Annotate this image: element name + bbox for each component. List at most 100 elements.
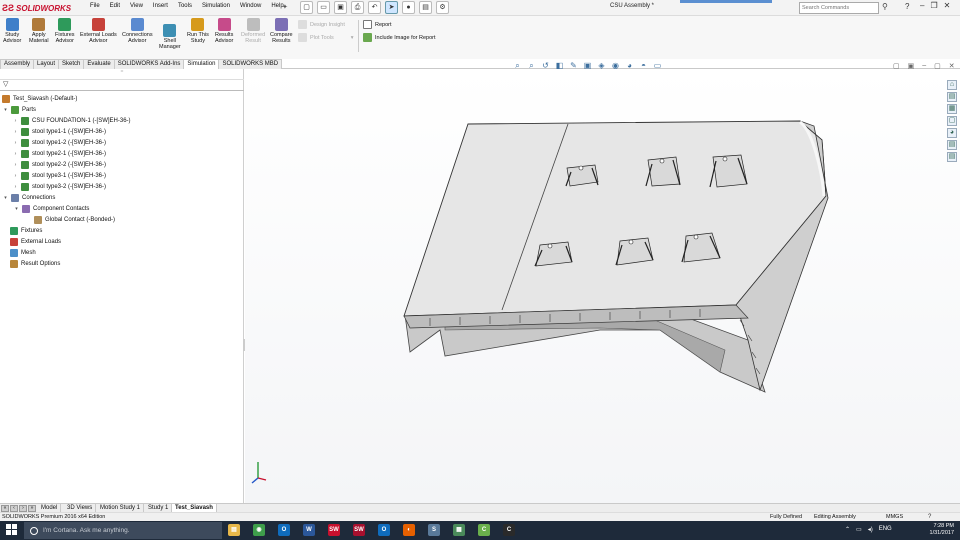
system-clock[interactable]: 7:28 PM 1/31/2017 — [920, 523, 954, 537]
tree-part-item[interactable]: › stool type1-1 (-[SW]EH-36-) — [13, 127, 106, 137]
search-input[interactable] — [802, 5, 872, 11]
status-help-icon[interactable]: ? — [928, 513, 931, 521]
external-loads-advisor-button[interactable]: External Loads Advisor — [80, 18, 117, 44]
undo-icon[interactable]: ↶ — [368, 1, 381, 14]
menu-insert[interactable]: Insert — [153, 3, 168, 9]
cortana-search-box[interactable]: I'm Cortana. Ask me anything. — [24, 522, 222, 539]
unit-system-button[interactable]: MMGS — [886, 513, 903, 521]
tree-filter-bar[interactable]: ▽ — [0, 80, 244, 91]
first-tab-icon[interactable]: « — [1, 505, 9, 512]
forum-icon[interactable]: ▤ — [947, 152, 957, 162]
tree-component-contacts[interactable]: ▾ Component Contacts — [14, 204, 89, 214]
search-icon[interactable]: ⚲ — [882, 2, 888, 11]
windows-start-icon[interactable] — [6, 524, 18, 536]
last-tab-icon[interactable]: » — [28, 505, 36, 512]
tab-evaluate[interactable]: Evaluate — [83, 59, 115, 69]
include-image-button[interactable]: Include Image for Report — [363, 33, 436, 42]
volume-icon[interactable]: ◂) — [868, 526, 873, 533]
next-tab-icon[interactable]: › — [19, 505, 27, 512]
select-cursor-icon[interactable]: ➤ — [385, 1, 398, 14]
tree-parts-folder[interactable]: ▾ Parts — [3, 105, 36, 115]
stool-part[interactable] — [645, 156, 681, 187]
app-s-icon[interactable]: S — [428, 524, 440, 536]
tree-part-item[interactable]: › CSU FOUNDATION-1 (-[SW]EH-36-) — [13, 116, 131, 126]
custom-properties-icon[interactable]: ▤ — [947, 140, 957, 150]
tab-simulation[interactable]: Simulation — [183, 59, 220, 69]
menu-file[interactable]: File — [90, 3, 100, 9]
expand-icon[interactable]: › — [13, 184, 18, 190]
solidworks-logo[interactable]: ƧƧ SOLIDWORKS — [2, 1, 71, 15]
tree-part-item[interactable]: › stool type2-2 (-[SW]EH-36-) — [13, 160, 106, 170]
menu-window[interactable]: Window — [240, 3, 261, 9]
study-advisor-button[interactable]: Study Advisor — [3, 18, 21, 44]
collapse-icon[interactable]: ▾ — [3, 195, 8, 201]
app-chart-icon[interactable]: ▦ — [453, 524, 465, 536]
tree-result-options[interactable]: Result Options — [10, 259, 60, 269]
fixtures-advisor-button[interactable]: Fixtures Advisor — [55, 18, 75, 44]
expand-icon[interactable]: › — [13, 173, 18, 179]
collapse-icon[interactable]: ▾ — [14, 206, 19, 212]
shell-manager-button[interactable]: Shell Manager — [159, 24, 181, 50]
print-icon[interactable]: ⎙ — [351, 1, 364, 14]
network-icon[interactable]: ▭ — [856, 526, 862, 533]
minimize-button[interactable]: – — [920, 1, 924, 10]
stool-part[interactable] — [615, 237, 654, 266]
tree-mesh[interactable]: Mesh — [10, 248, 36, 258]
search-commands-box[interactable] — [799, 2, 879, 14]
tab-layout[interactable]: Layout — [33, 59, 60, 69]
outlook-2-icon[interactable]: O — [378, 524, 390, 536]
results-advisor-button[interactable]: Results Advisor — [215, 18, 233, 44]
menu-edit[interactable]: Edit — [110, 3, 120, 9]
tab-addins[interactable]: SOLIDWORKS Add-Ins — [113, 59, 185, 69]
language-indicator[interactable]: ENG — [879, 526, 892, 533]
app-c-white-icon[interactable]: C — [503, 524, 515, 536]
expand-icon[interactable]: › — [13, 129, 18, 135]
outlook-icon[interactable]: O — [278, 524, 290, 536]
close-button[interactable]: ✕ — [944, 1, 951, 10]
appearances-icon[interactable]: ◕ — [947, 128, 957, 138]
tree-fixtures[interactable]: Fixtures — [10, 226, 42, 236]
menu-tools[interactable]: Tools — [178, 3, 192, 9]
word-icon[interactable]: W — [303, 524, 315, 536]
restore-button[interactable]: ❐ — [930, 1, 937, 10]
tree-global-contact[interactable]: Global Contact (-Bonded-) — [34, 215, 115, 225]
tree-external-loads[interactable]: External Loads — [10, 237, 61, 247]
collapse-icon[interactable]: ▾ — [3, 107, 8, 113]
design-library-icon[interactable]: ▦ — [947, 104, 957, 114]
firefox-icon[interactable]: ◐ — [403, 524, 415, 536]
prev-tab-icon[interactable]: ‹ — [10, 505, 18, 512]
expand-icon[interactable]: › — [13, 151, 18, 157]
rebuild-icon[interactable]: ● — [402, 1, 415, 14]
apply-material-button[interactable]: Apply Material — [29, 18, 49, 44]
tab-sketch[interactable]: Sketch — [58, 59, 85, 69]
tree-connections[interactable]: ▾ Connections — [3, 193, 55, 203]
save-icon[interactable]: ▣ — [334, 1, 347, 14]
run-this-study-button[interactable]: Run This Study — [187, 18, 209, 44]
report-button[interactable]: Report — [363, 20, 392, 29]
tab-assembly[interactable]: Assembly — [0, 59, 35, 69]
expand-icon[interactable]: › — [13, 162, 18, 168]
file-explorer-icon[interactable]: ▤ — [228, 524, 240, 536]
tree-part-item[interactable]: › stool type3-1 (-[SW]EH-36-) — [13, 171, 106, 181]
tray-up-arrow-icon[interactable]: ⌃ — [845, 526, 850, 533]
tree-part-item[interactable]: › stool type1-2 (-[SW]EH-36-) — [13, 138, 106, 148]
solidworks-2-icon[interactable]: SW — [353, 524, 365, 536]
resources-icon[interactable]: ▤ — [947, 92, 957, 102]
file-explorer-icon[interactable]: ▢ — [947, 116, 957, 126]
tab-mbd[interactable]: SOLIDWORKS MBD — [218, 59, 283, 69]
filter-icon[interactable]: ▽ — [3, 81, 8, 88]
chrome-icon[interactable]: ◉ — [253, 524, 265, 536]
tree-part-item[interactable]: › stool type3-2 (-[SW]EH-36-) — [13, 182, 106, 192]
open-icon[interactable]: ▭ — [317, 1, 330, 14]
home-icon[interactable]: ⌂ — [947, 80, 957, 90]
expand-icon[interactable]: › — [13, 140, 18, 146]
solidworks-icon[interactable]: SW — [328, 524, 340, 536]
csu-assembly-model[interactable] — [245, 69, 960, 503]
connections-advisor-button[interactable]: Connections Advisor — [122, 18, 153, 44]
tree-root[interactable]: Test_Siavash (-Default-) — [2, 94, 77, 104]
help-button[interactable]: ? — [905, 2, 909, 11]
options-gear-icon[interactable]: ⚙ — [436, 1, 449, 14]
compare-results-button[interactable]: Compare Results — [270, 18, 293, 44]
file-properties-icon[interactable]: ▤ — [419, 1, 432, 14]
stool-part[interactable] — [565, 164, 599, 187]
